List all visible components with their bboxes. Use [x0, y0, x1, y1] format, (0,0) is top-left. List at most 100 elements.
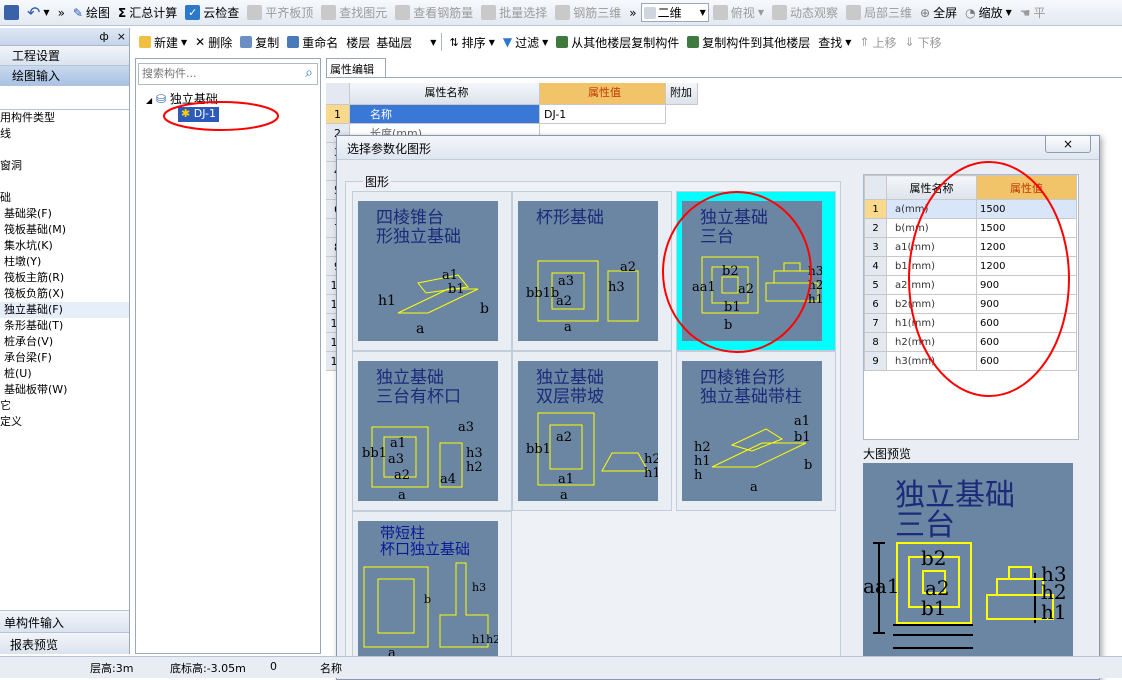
flatten-slab-button[interactable]: 平齐板顶 — [243, 2, 317, 24]
tree-item[interactable]: 筏板负筋(X) — [0, 286, 129, 302]
tree-item[interactable]: 它 — [0, 398, 129, 414]
shape-option-7[interactable]: 带短柱 杯口独立基础 a b h3 h1h2 — [352, 511, 512, 671]
chevron-down-icon: ▼ — [430, 37, 437, 47]
top-view-icon — [712, 5, 728, 20]
summary-label: 汇总计算 — [129, 6, 178, 20]
overflow-button-2[interactable]: » — [625, 2, 640, 24]
svg-text:a1: a1 — [442, 268, 458, 283]
single-input-tab[interactable]: 单构件输入 — [0, 610, 129, 632]
copy-from-floor-button[interactable]: 从其他楼层复制构件 — [552, 31, 683, 53]
shape-option-1[interactable]: 四棱锥台 形独立基础 h1 a b a1 b1 — [352, 191, 512, 351]
top-view-button[interactable]: 俯视 ▼ — [709, 2, 768, 24]
find-element-button[interactable]: 查找图元 — [317, 2, 391, 24]
row1-name[interactable]: 名称 — [350, 105, 540, 124]
summary-button[interactable]: Σ 汇总计算 — [114, 2, 181, 24]
status-name: 名称 — [320, 662, 342, 675]
tree-item[interactable]: 独立基础(F) — [0, 302, 129, 318]
local-3d-button[interactable]: 局部三维 — [842, 2, 916, 24]
draw-input-tab[interactable]: 绘图输入 — [0, 66, 129, 86]
tree-item[interactable]: 筏板基础(M) — [0, 222, 129, 238]
overflow-button[interactable]: » — [54, 2, 69, 24]
component-type-tree: 用构件类型线窗洞础基础梁(F) 筏板基础(M) 集水坑(K) 柱墩(Y) 筏板主筋(R)… — [0, 110, 129, 430]
shape-option-4[interactable]: 独立基础 三台有杯口 bb1 a1 a3 a2 a a3 h3 h2 a4 — [352, 351, 512, 511]
annotation-ellipse-tree — [163, 101, 279, 131]
close-icon[interactable]: × — [117, 30, 126, 43]
svg-text:a1: a1 — [390, 436, 406, 451]
tree-item[interactable]: 承台梁(F) — [0, 350, 129, 366]
parametric-shape-dialog: 选择参数化图形 × 图形 四棱锥台 形独立基础 h1 a b a1 b1 杯形基础 bb1b a… — [336, 135, 1100, 680]
save-button[interactable] — [0, 2, 23, 24]
undo-button[interactable]: ↶ ▼ — [23, 2, 54, 24]
tree-item[interactable]: 定义 — [0, 414, 129, 430]
search-input[interactable] — [139, 64, 289, 82]
tree-item[interactable] — [0, 174, 129, 190]
dialog-close-button[interactable]: × — [1045, 135, 1091, 153]
project-settings-tab[interactable]: 工程设置 — [0, 46, 129, 66]
sort-button[interactable]: ⇅ 排序 ▼ — [445, 31, 498, 53]
tree-item[interactable]: 条形基础(T) — [0, 318, 129, 334]
find-element-label: 查找图元 — [339, 6, 388, 20]
tree-item[interactable]: 基础板带(W) — [0, 382, 129, 398]
tree-item[interactable]: 集水坑(K) — [0, 238, 129, 254]
params-row-number: 5 — [864, 275, 887, 295]
find-button[interactable]: 查找 ▼ — [814, 31, 855, 53]
shape-thumbnail: 带短柱 杯口独立基础 a b h3 h1h2 — [358, 521, 498, 661]
group-label-text: 图形 — [365, 175, 390, 189]
batch-select-button[interactable]: 批量选择 — [477, 2, 551, 24]
col-header-name: 属性名称 — [350, 83, 540, 105]
tree-item[interactable]: 基础梁(F) — [0, 206, 129, 222]
tab-property-edit[interactable]: 属性编辑 — [326, 58, 386, 77]
rename-button[interactable]: 重命名 — [283, 31, 342, 53]
row1-value[interactable]: DJ-1 — [540, 105, 666, 124]
tree-item[interactable]: 柱墩(Y) — [0, 254, 129, 270]
dynamic-observe-button[interactable]: 动态观察 — [768, 2, 842, 24]
cloud-check-button[interactable]: ✓ 云检查 — [181, 2, 243, 24]
group-label: 图形 — [363, 173, 392, 190]
shape-option-5[interactable]: 独立基础 双层带坡 bb1 a2 a1 a h2 h1 — [512, 351, 672, 511]
tree-item[interactable] — [0, 142, 129, 158]
shape-option-6[interactable]: 四棱锥台形 独立基础带柱 h2 h1 h a a1 b1 b — [676, 351, 836, 511]
tree-item[interactable]: 础 — [0, 190, 129, 206]
pan-icon: ☚ — [1019, 5, 1031, 20]
pin-icon[interactable]: ф — [99, 30, 108, 43]
new-button[interactable]: 新建 ▼ — [135, 31, 191, 53]
find-label: 查找 — [818, 35, 843, 50]
shape-option-2[interactable]: 杯形基础 bb1b a3 a2 a a2 h3 — [512, 191, 672, 351]
filter-button[interactable]: ▼ 过滤 ▼ — [499, 31, 552, 53]
flatten-icon — [247, 5, 263, 20]
annotation-ellipse-shape — [662, 191, 812, 353]
copy-button[interactable]: 复制 — [236, 31, 283, 53]
floor-label: 楼层 — [342, 31, 374, 53]
delete-button[interactable]: ✕ 删除 — [191, 31, 236, 53]
collapse-icon[interactable]: ◢ — [146, 96, 152, 105]
search-icon[interactable]: ⌕ — [305, 65, 313, 81]
shape-thumbnail: 四棱锥台形 独立基础带柱 h2 h1 h a a1 b1 b — [682, 361, 822, 501]
floor-select[interactable]: 基础层 ▼ — [374, 33, 438, 52]
arrow-down-icon: ⇓ — [904, 35, 915, 49]
delete-label: 删除 — [208, 35, 233, 50]
cloud-check-label: 云检查 — [203, 6, 240, 20]
rename-label: 重命名 — [302, 35, 339, 50]
zoom-button[interactable]: ◔ 缩放 ▼ — [961, 2, 1016, 24]
draw-button[interactable]: ✎ 绘图 — [69, 2, 114, 24]
tree-item[interactable]: 筏板主筋(R) — [0, 270, 129, 286]
tree-item[interactable]: 用构件类型 — [0, 110, 129, 126]
tree-item[interactable]: 桩承台(V) — [0, 334, 129, 350]
view-rebar-button[interactable]: 查看钢筋量 — [391, 2, 477, 24]
preview-image: 独立基础 三台 aa1b2a2 b1b h3h2h1 — [863, 463, 1073, 675]
move-down-button[interactable]: ⇓ 下移 — [901, 31, 946, 53]
rebar-3d-button[interactable]: 钢筋三维 — [551, 2, 625, 24]
observe-icon — [771, 5, 787, 20]
tree-item[interactable]: 线 — [0, 126, 129, 142]
tree-item[interactable]: 窗洞 — [0, 158, 129, 174]
copy-icon — [240, 36, 253, 48]
view-mode-select[interactable]: 二维 ▼ — [640, 3, 709, 22]
pan-button[interactable]: ☚ 平 — [1016, 2, 1050, 24]
svg-text:a1: a1 — [558, 472, 574, 487]
fullscreen-button[interactable]: ⊕ 全屏 — [916, 2, 961, 24]
tree-item[interactable]: 桩(U) — [0, 366, 129, 382]
copy-to-floor-button[interactable]: 复制构件到其他楼层 — [683, 31, 814, 53]
report-preview-tab[interactable]: 报表预览 — [0, 632, 129, 654]
move-up-button[interactable]: ⇑ 上移 — [855, 31, 900, 53]
draw-label: 绘图 — [85, 6, 110, 20]
